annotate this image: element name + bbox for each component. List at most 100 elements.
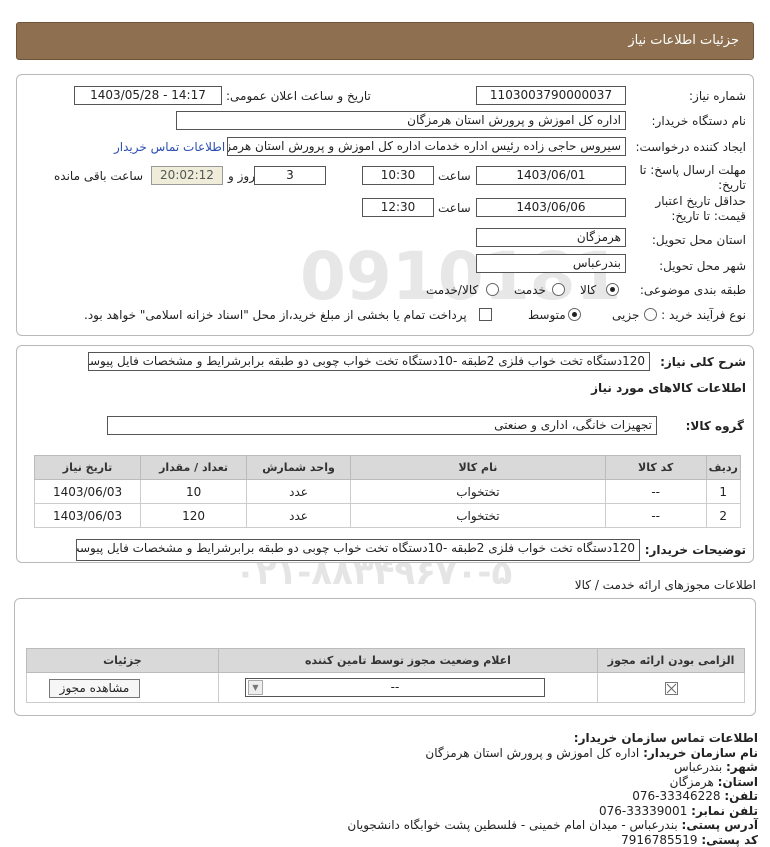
deadline-time-label: ساعت <box>438 169 471 183</box>
validity-label-2: قیمت: تا تاریخ: <box>671 209 746 223</box>
col-date: تاریخ نیاز <box>35 456 141 480</box>
category-radio-service[interactable] <box>552 283 565 296</box>
col-qty: تعداد / مقدار <box>141 456 247 480</box>
treasury-checkbox[interactable] <box>479 308 492 321</box>
category-option-goods: کالا <box>580 283 596 297</box>
contact-city-label: شهر: <box>726 760 758 774</box>
process-radio-minor[interactable] <box>644 308 657 321</box>
goods-section-title: اطلاعات کالاهای مورد نیاز <box>591 381 746 395</box>
col-permit-status: اعلام وضعیت مجوز توسط تامین کننده <box>218 649 597 673</box>
remaining-label: ساعت باقی مانده <box>54 169 143 183</box>
validity-date-field: 1403/06/06 <box>476 198 626 217</box>
province-label: استان محل تحویل: <box>652 233 746 247</box>
province-field: هرمزگان <box>476 228 626 247</box>
table-row: 1 -- تختخواب عدد 10 1403/06/03 <box>35 480 741 504</box>
announce-field: 1403/05/28 - 14:17 <box>74 86 222 105</box>
contact-title: اطلاعات تماس سازمان خریدار: <box>18 731 758 746</box>
goods-table: ردیف کد کالا نام کالا واحد شمارش تعداد /… <box>34 455 741 528</box>
contact-fax-label: تلفن نمابر: <box>691 804 758 818</box>
treasury-note: پرداخت تمام یا بخشی از مبلغ خرید،از محل … <box>84 308 467 322</box>
city-label: شهر محل تحویل: <box>659 259 746 273</box>
validity-time-label: ساعت <box>438 201 471 215</box>
buyer-contact-section: اطلاعات تماس سازمان خریدار: نام سازمان خ… <box>18 731 758 847</box>
cell-unit: عدد <box>247 504 351 528</box>
contact-postal-label: کد پستی: <box>701 833 758 847</box>
deadline-label-2: تاریخ: <box>718 178 746 192</box>
contact-city-row: شهر: بندرعباس <box>18 760 758 775</box>
permit-status-value: -- <box>391 680 400 694</box>
category-radio-both[interactable] <box>486 283 499 296</box>
col-permit-required: الزامی بودن ارائه مجوز <box>598 649 745 673</box>
cell-row: 2 <box>706 504 741 528</box>
days-field: 3 <box>254 166 326 185</box>
days-label: روز و <box>228 169 255 183</box>
contact-address: بندرعباس - میدان امام خمینی - فلسطین پشت… <box>347 818 677 832</box>
contact-fax: 076-33339001 <box>599 804 687 818</box>
table-row: 2 -- تختخواب عدد 120 1403/06/03 <box>35 504 741 528</box>
goods-group-label: گروه کالا: <box>686 419 744 433</box>
permits-title: اطلاعات مجوزهای ارائه خدمت / کالا <box>575 578 756 592</box>
process-radio-medium[interactable] <box>568 308 581 321</box>
buyer-contact-link[interactable]: اطلاعات تماس خریدار <box>114 140 225 154</box>
col-name: نام کالا <box>350 456 605 480</box>
process-label: نوع فرآیند خرید : <box>661 308 746 322</box>
description-panel <box>16 345 754 563</box>
category-label: طبقه بندی موضوعی: <box>640 283 746 297</box>
validity-time-field: 12:30 <box>362 198 434 217</box>
contact-fax-row: تلفن نمابر: 076-33339001 <box>18 804 758 819</box>
creator-field: سیروس حاجی زاده رئیس اداره خدمات اداره ک… <box>227 137 626 156</box>
col-unit: واحد شمارش <box>247 456 351 480</box>
page-title: جزئیات اطلاعات نیاز <box>16 22 754 60</box>
contact-address-row: آدرس پستی: بندرعباس - میدان امام خمینی -… <box>18 818 758 833</box>
contact-phone-label: تلفن: <box>724 789 758 803</box>
view-permit-button[interactable]: مشاهده مجوز <box>49 679 140 698</box>
cell-qty: 10 <box>141 480 247 504</box>
contact-province-label: استان: <box>718 775 758 789</box>
city-field: بندرعباس <box>476 254 626 273</box>
deadline-time-field: 10:30 <box>362 166 434 185</box>
goods-group-field: تجهیزات خانگی، اداری و صنعتی <box>107 416 657 435</box>
creator-label: ایجاد کننده درخواست: <box>635 140 746 154</box>
remaining-time-field: 20:02:12 <box>151 166 223 185</box>
deadline-date-field: 1403/06/01 <box>476 166 626 185</box>
category-option-both: کالا/خدمت <box>426 283 478 297</box>
contact-org: اداره کل اموزش و پرورش استان هرمزگان <box>425 746 639 760</box>
buyer-org-field: اداره کل اموزش و پرورش استان هرمزگان <box>176 111 626 130</box>
cell-date: 1403/06/03 <box>35 504 141 528</box>
col-permit-details: جزئیات <box>27 649 219 673</box>
need-number-label: شماره نیاز: <box>689 89 746 103</box>
unchecked-box-icon <box>665 682 678 695</box>
category-radio-goods[interactable] <box>606 283 619 296</box>
col-code: کد کالا <box>605 456 706 480</box>
permit-required-cell <box>598 673 745 703</box>
contact-city: بندرعباس <box>674 760 722 774</box>
category-option-service: خدمت <box>514 283 546 297</box>
deadline-label: مهلت ارسال پاسخ: تا <box>639 163 746 177</box>
contact-org-row: نام سازمان خریدار: اداره کل اموزش و پرور… <box>18 746 758 761</box>
cell-row: 1 <box>706 480 741 504</box>
cell-qty: 120 <box>141 504 247 528</box>
col-row: ردیف <box>706 456 741 480</box>
announce-label: تاریخ و ساعت اعلان عمومی: <box>226 89 371 103</box>
process-option-minor: جزیی <box>612 308 639 322</box>
description-label: شرح کلی نیاز: <box>660 355 746 369</box>
contact-org-label: نام سازمان خریدار: <box>643 746 758 760</box>
buyer-org-label: نام دستگاه خریدار: <box>652 114 747 128</box>
permit-status-select[interactable]: -- ▼ <box>245 678 545 697</box>
need-number-field: 1103003790000037 <box>476 86 626 105</box>
cell-date: 1403/06/03 <box>35 480 141 504</box>
buyer-notes-label: توضیحات خریدار: <box>645 543 746 557</box>
cell-name: تختخواب <box>350 480 605 504</box>
cell-code: -- <box>605 480 706 504</box>
chevron-down-icon[interactable]: ▼ <box>248 680 263 695</box>
contact-phone: 076-33346228 <box>632 789 720 803</box>
cell-unit: عدد <box>247 480 351 504</box>
contact-postal: 7916785519 <box>621 833 697 847</box>
contact-phone-row: تلفن: 076-33346228 <box>18 789 758 804</box>
buyer-notes-field: 120دستگاه تخت خواب فلزی 2طبقه -10دستگاه … <box>76 539 640 561</box>
validity-label: حداقل تاریخ اعتبار <box>655 194 746 208</box>
cell-code: -- <box>605 504 706 528</box>
contact-province-row: استان: هرمزگان <box>18 775 758 790</box>
contact-address-label: آدرس پستی: <box>682 818 758 832</box>
cell-name: تختخواب <box>350 504 605 528</box>
